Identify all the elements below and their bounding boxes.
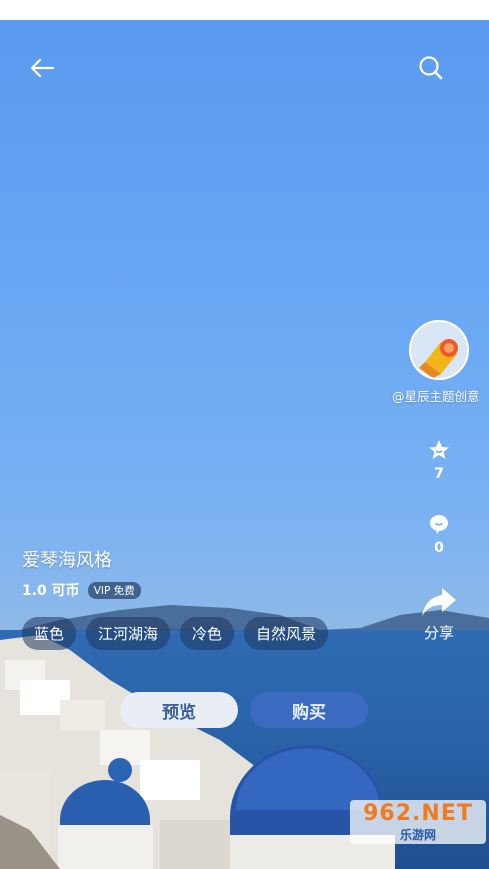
search-button[interactable] bbox=[413, 50, 449, 86]
tag-blue[interactable]: 蓝色 bbox=[22, 617, 77, 650]
buy-button[interactable]: 购买 bbox=[250, 692, 368, 728]
tag-cool-color[interactable]: 冷色 bbox=[180, 617, 235, 650]
author-name[interactable]: @星辰主题创意 bbox=[392, 386, 480, 405]
price-row: 1.0 可币 VIP 免费 bbox=[22, 580, 141, 600]
avatar-image bbox=[411, 322, 467, 378]
theme-title: 爱琴海风格 bbox=[22, 550, 112, 571]
tag-list: 蓝色 江河湖海 冷色 自然风景 bbox=[22, 617, 329, 650]
chat-bubble-icon bbox=[430, 515, 448, 534]
share-label: 分享 bbox=[423, 624, 454, 642]
watermark-logo: 962.NET bbox=[363, 801, 473, 826]
back-button[interactable] bbox=[24, 50, 60, 86]
search-icon bbox=[419, 56, 443, 80]
arrow-left-icon bbox=[30, 58, 55, 78]
star-face-icon bbox=[429, 440, 449, 459]
vip-badge: VIP 免费 bbox=[87, 581, 141, 599]
author-avatar[interactable] bbox=[409, 320, 469, 380]
watermark-subtitle: 乐游网 bbox=[399, 828, 436, 842]
tag-natural-scenery[interactable]: 自然风景 bbox=[244, 617, 329, 650]
comment-count: 0 bbox=[434, 540, 444, 556]
share-button[interactable]: 分享 bbox=[409, 586, 469, 643]
theme-price: 1.0 可币 bbox=[22, 583, 80, 599]
like-button[interactable]: 7 bbox=[409, 438, 469, 482]
site-watermark: 962.NET 乐游网 bbox=[350, 800, 486, 844]
like-count: 7 bbox=[434, 466, 444, 482]
preview-button[interactable]: 预览 bbox=[120, 692, 238, 728]
status-bar bbox=[0, 0, 489, 20]
share-arrow-icon bbox=[422, 588, 456, 616]
comment-button[interactable]: 0 bbox=[409, 512, 469, 556]
tag-rivers-lakes-seas[interactable]: 江河湖海 bbox=[86, 617, 171, 650]
